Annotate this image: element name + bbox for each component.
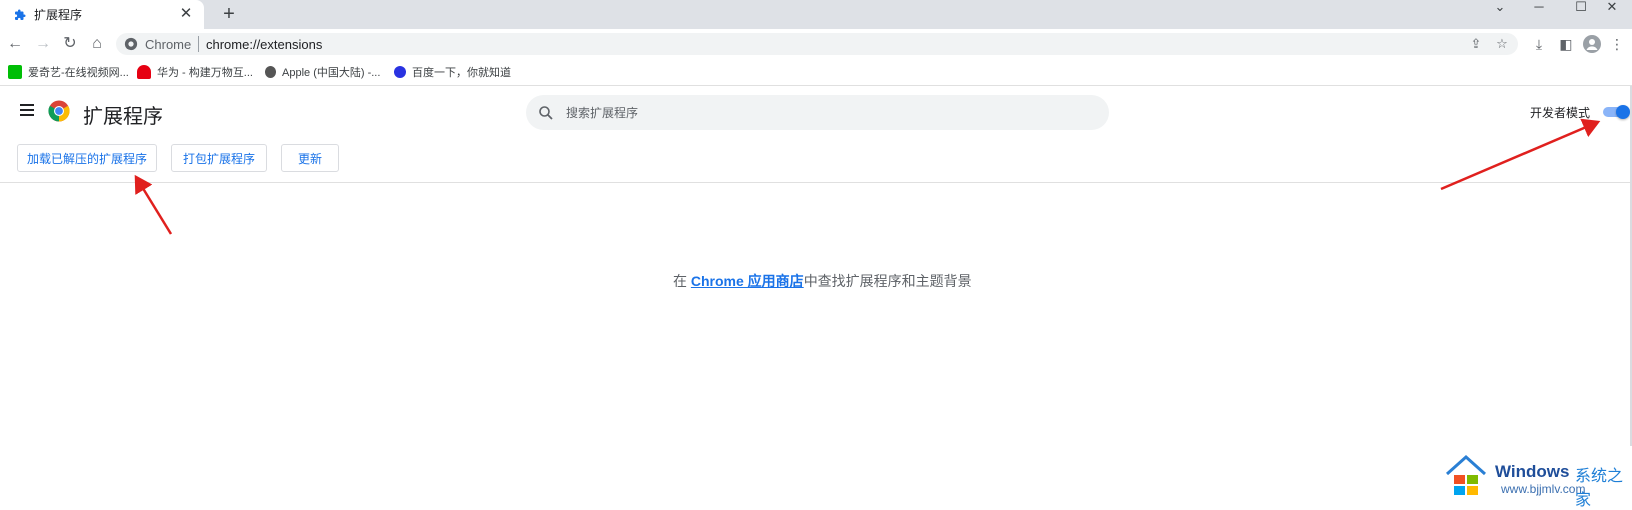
windows-house-logo-icon: [1445, 454, 1487, 495]
watermark: Windows 系统之家 www.bjjmlv.com: [1443, 452, 1628, 509]
arrow-to-dev-toggle: [1440, 118, 1601, 191]
watermark-brand: Windows: [1495, 462, 1570, 481]
annotation-arrows: [134, 118, 1601, 235]
arrow-to-load-button: [134, 174, 173, 235]
watermark-url: www.bjjmlv.com: [1501, 482, 1586, 496]
